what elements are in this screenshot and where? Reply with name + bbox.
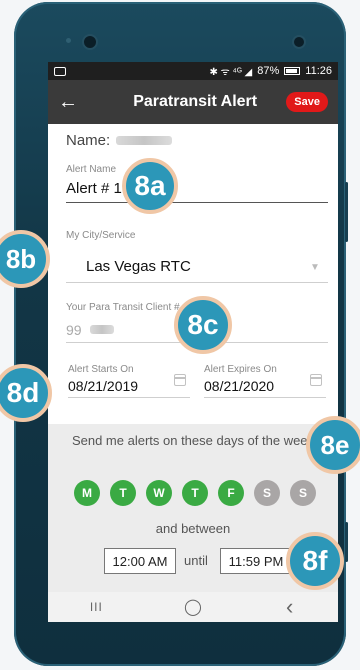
between-label: and between xyxy=(155,521,231,536)
city-service-select[interactable]: Las Vegas RTC xyxy=(86,258,191,275)
end-time-input[interactable]: 11:59 PM xyxy=(220,548,292,574)
day-toggle-thursday[interactable]: T xyxy=(182,480,208,506)
nav-back-icon[interactable]: ‹ xyxy=(270,594,310,620)
expire-date-label: Alert Expires On xyxy=(204,364,277,375)
sensor-dot xyxy=(66,38,71,43)
status-bar: ✱ ᯤ ⁴ᴳ ◢ 87% 11:26 xyxy=(48,62,338,80)
redacted-client-number xyxy=(90,325,114,334)
city-service-label: My City/Service xyxy=(66,230,136,241)
back-arrow-icon[interactable]: ← xyxy=(48,80,88,124)
battery-percent: 87% xyxy=(257,65,280,77)
app-bar: ← Paratransit Alert Save xyxy=(48,80,338,124)
battery-icon xyxy=(284,67,301,75)
day-selector: M T W T F S S xyxy=(74,480,324,506)
home-icon[interactable]: ◯ xyxy=(173,597,213,617)
alert-name-underline xyxy=(66,202,328,203)
days-title: Send me alerts on these days of the week xyxy=(71,433,315,448)
until-label: until xyxy=(184,553,208,568)
client-number-label: Your Para Transit Client # xyxy=(66,302,180,313)
day-toggle-saturday[interactable]: S xyxy=(254,480,280,506)
notification-icon xyxy=(54,66,66,76)
android-nav-bar: III ◯ ‹ xyxy=(48,592,338,622)
recents-icon[interactable]: III xyxy=(76,600,116,614)
alert-name-label: Alert Name xyxy=(66,164,117,175)
day-toggle-monday[interactable]: M xyxy=(74,480,100,506)
signal-icons: ✱ ᯤ ⁴ᴳ ◢ xyxy=(209,67,253,78)
clock: 11:26 xyxy=(305,65,332,77)
name-row: Name: xyxy=(66,132,173,149)
dropdown-chevron-icon[interactable]: ▼ xyxy=(310,262,320,273)
day-toggle-friday[interactable]: F xyxy=(218,480,244,506)
volume-button xyxy=(345,182,348,242)
expire-date-input[interactable]: 08/21/2020 xyxy=(204,378,274,394)
proximity-sensor xyxy=(292,35,306,49)
badge-8c: 8c xyxy=(174,296,232,354)
start-date-underline xyxy=(68,397,190,398)
start-time-input[interactable]: 12:00 AM xyxy=(104,548,176,574)
client-number-input[interactable]: 99 xyxy=(66,322,82,338)
name-label: Name: xyxy=(66,132,111,149)
badge-8a: 8a xyxy=(122,158,178,214)
page-title: Paratransit Alert xyxy=(133,93,258,110)
expire-date-underline xyxy=(204,397,326,398)
day-toggle-tuesday[interactable]: T xyxy=(110,480,136,506)
alert-form: Name: Alert Name Alert # 1 My City/Servi… xyxy=(48,124,338,424)
front-camera xyxy=(82,34,98,50)
day-toggle-wednesday[interactable]: W xyxy=(146,480,172,506)
redacted-name xyxy=(116,136,173,145)
start-date-input[interactable]: 08/21/2019 xyxy=(68,378,138,394)
alert-name-input[interactable]: Alert # 1 xyxy=(66,180,122,197)
save-button[interactable]: Save xyxy=(286,92,328,112)
city-service-underline xyxy=(66,282,328,283)
calendar-icon[interactable] xyxy=(174,374,186,386)
calendar-icon[interactable] xyxy=(310,374,322,386)
start-date-label: Alert Starts On xyxy=(68,364,134,375)
day-toggle-sunday[interactable]: S xyxy=(290,480,316,506)
badge-8f: 8f xyxy=(286,532,344,590)
power-button xyxy=(345,522,348,562)
badge-8e: 8e xyxy=(306,416,360,474)
